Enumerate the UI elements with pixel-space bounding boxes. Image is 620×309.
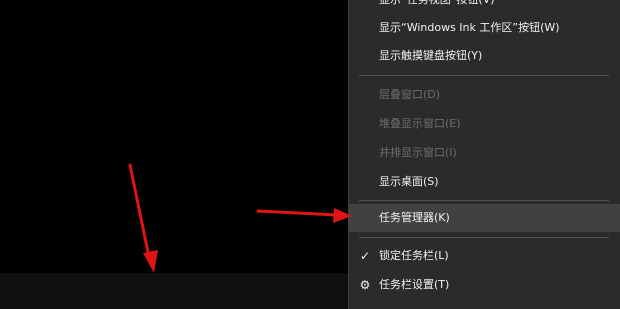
menu-item-show-task-view-button[interactable]: 显示“任务视图”按钮(V) <box>349 0 620 14</box>
taskbar[interactable] <box>0 273 348 309</box>
arrow-to-taskbar <box>128 163 158 273</box>
menu-item-stack-windows: 堆叠显示窗口(E) <box>349 110 620 138</box>
menu-item-label: 显示桌面(S) <box>379 175 439 188</box>
checkmark-icon: ✓ <box>359 249 371 263</box>
menu-item-label: 层叠窗口(D) <box>379 88 441 101</box>
menu-item-label: 并排显示窗口(I) <box>379 146 457 159</box>
desktop-screen: 显示“任务视图”按钮(V) 显示“Windows Ink 工作区”按钮(W) 显… <box>0 0 620 309</box>
taskbar-context-menu: 显示“任务视图”按钮(V) 显示“Windows Ink 工作区”按钮(W) 显… <box>348 0 620 309</box>
arrow-to-task-manager <box>256 208 352 223</box>
menu-item-show-windows-ink-button[interactable]: 显示“Windows Ink 工作区”按钮(W) <box>349 14 620 42</box>
menu-item-label: 显示触摸键盘按钮(Y) <box>379 49 483 62</box>
menu-item-label: 锁定任务栏(L) <box>379 249 449 262</box>
menu-item-cascade-windows: 层叠窗口(D) <box>349 81 620 109</box>
menu-item-task-manager[interactable]: 任务管理器(K) <box>349 204 620 232</box>
menu-item-label: 显示“任务视图”按钮(V) <box>379 0 495 14</box>
menu-item-taskbar-settings[interactable]: ⚙ 任务栏设置(T) <box>349 271 620 299</box>
menu-item-label: 任务栏设置(T) <box>379 278 450 291</box>
menu-item-show-touch-keyboard-button[interactable]: 显示触摸键盘按钮(Y) <box>349 42 620 70</box>
menu-separator <box>359 75 609 76</box>
menu-item-show-desktop[interactable]: 显示桌面(S) <box>349 168 620 196</box>
menu-separator <box>359 200 609 201</box>
gear-icon: ⚙ <box>359 278 371 292</box>
menu-item-label: 堆叠显示窗口(E) <box>379 117 461 130</box>
menu-item-lock-taskbar[interactable]: ✓ 锁定任务栏(L) <box>349 242 620 270</box>
menu-item-label: 显示“Windows Ink 工作区”按钮(W) <box>379 21 560 34</box>
menu-item-side-by-side-windows: 并排显示窗口(I) <box>349 139 620 167</box>
menu-item-label: 任务管理器(K) <box>379 211 450 224</box>
menu-separator <box>359 237 609 238</box>
